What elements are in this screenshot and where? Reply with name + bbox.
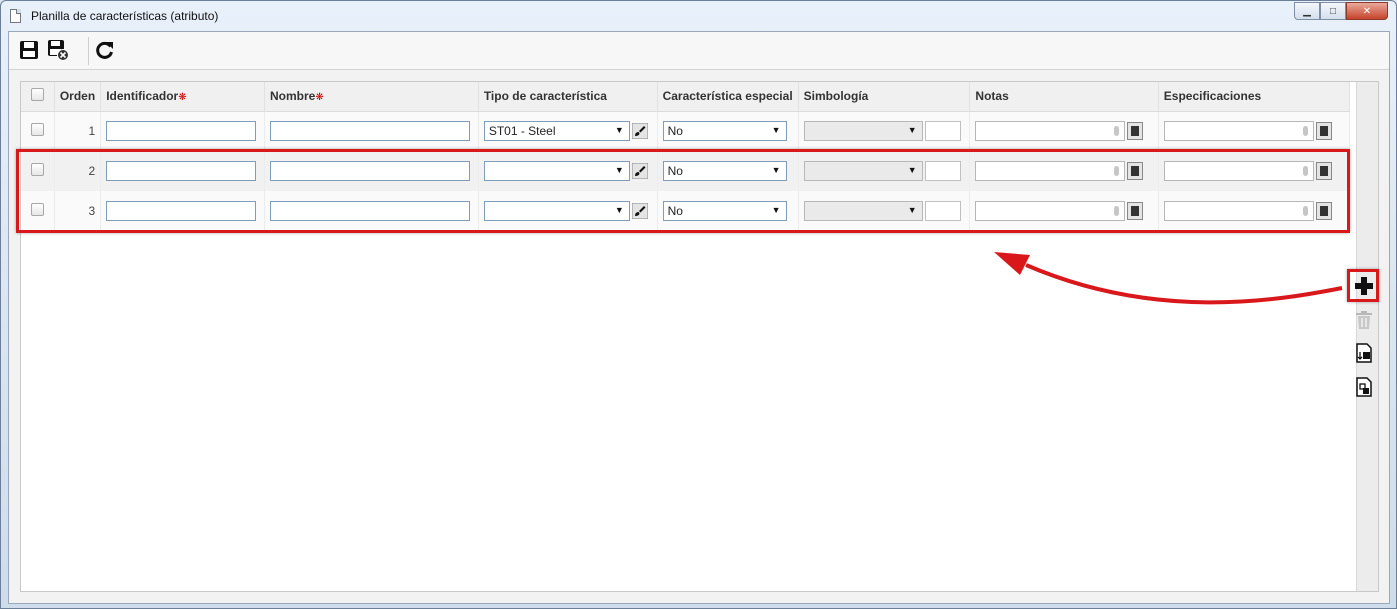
column-header-nombre[interactable]: Nombre❋ <box>264 82 479 112</box>
column-header-especial[interactable]: Característica especial <box>657 82 799 112</box>
orden-cell: 1 <box>54 111 102 151</box>
especificaciones-cell <box>1158 111 1351 151</box>
save-button[interactable] <box>17 38 41 62</box>
import-icon <box>1356 343 1372 363</box>
column-header-tipo[interactable]: Tipo de característica <box>478 82 658 112</box>
especial-select[interactable]: No ▼ <box>662 121 787 142</box>
row-select-cell <box>21 111 55 151</box>
save-icon <box>20 41 38 59</box>
document-icon <box>10 9 21 23</box>
column-header-identificador-label: Identificador <box>106 89 179 104</box>
save-close-icon <box>48 40 69 61</box>
notas-cell <box>969 111 1159 151</box>
save-and-close-button[interactable] <box>46 38 70 62</box>
export-icon <box>1356 377 1372 397</box>
tipo-select[interactable]: ST01 - Steel ▼ <box>483 121 630 142</box>
refresh-icon <box>96 41 113 59</box>
window-title: Planilla de características (atributo) <box>31 9 219 23</box>
toolbar-separator <box>88 37 89 65</box>
delete-row-button[interactable] <box>1353 309 1375 331</box>
title-bar: Planilla de características (atributo) ▁… <box>1 1 1396 31</box>
column-header-identificador[interactable]: Identificador❋ <box>100 82 265 112</box>
notepad-icon[interactable] <box>1315 122 1332 141</box>
highlight-add-button <box>1347 269 1379 302</box>
scroll-indicator <box>1302 126 1308 137</box>
toolbar <box>9 32 1389 70</box>
table-header-row: Orden Identificador❋ Nombre❋ Tipo de car… <box>21 82 1351 112</box>
column-header-nombre-label: Nombre <box>270 89 316 104</box>
select-all-cell <box>21 82 55 112</box>
side-toolbar <box>1356 82 1378 591</box>
simbologia-select: ▼ <box>803 121 923 142</box>
simbologia-preview <box>924 121 961 142</box>
column-header-especificaciones[interactable]: Especificaciones <box>1158 82 1351 112</box>
identificador-cell <box>100 111 265 151</box>
scroll-indicator <box>1114 126 1120 137</box>
tipo-select-value: ST01 - Steel <box>488 124 556 139</box>
notepad-icon[interactable] <box>1127 122 1144 141</box>
annotation-arrow-icon <box>994 252 1343 305</box>
table-row: 1 ST01 - Steel ▼ No ▼ ▼ <box>21 111 1351 151</box>
especial-cell: No ▼ <box>657 111 799 151</box>
minimize-button[interactable]: ▁ <box>1294 2 1320 20</box>
delete-icon <box>1356 311 1372 329</box>
refresh-button[interactable] <box>93 38 117 62</box>
window-controls: ▁ □ ✕ <box>1294 2 1388 20</box>
especial-select-value: No <box>667 124 683 139</box>
column-header-notas[interactable]: Notas <box>969 82 1159 112</box>
required-icon: ❋ <box>178 92 187 104</box>
dropdown-arrow-icon: ▼ <box>771 125 781 136</box>
nombre-cell <box>264 111 479 151</box>
import-button[interactable] <box>1353 342 1375 364</box>
brush-icon[interactable] <box>631 123 648 140</box>
highlight-new-rows <box>16 149 1350 233</box>
column-header-simbologia[interactable]: Simbología <box>798 82 971 112</box>
nombre-input[interactable] <box>270 121 470 142</box>
tipo-cell: ST01 - Steel ▼ <box>478 111 658 151</box>
column-header-orden[interactable]: Orden <box>54 82 102 112</box>
select-all-checkbox[interactable] <box>30 88 44 102</box>
especificaciones-field[interactable] <box>1163 121 1314 142</box>
maximize-button[interactable]: □ <box>1320 2 1346 20</box>
client-area: Orden Identificador❋ Nombre❋ Tipo de car… <box>8 31 1390 604</box>
identificador-input[interactable] <box>106 121 257 142</box>
simbologia-cell: ▼ <box>798 111 971 151</box>
export-button[interactable] <box>1353 376 1375 398</box>
notas-field[interactable] <box>975 121 1126 142</box>
app-window: Planilla de características (atributo) ▁… <box>0 0 1397 609</box>
dropdown-arrow-icon: ▼ <box>907 125 917 136</box>
dropdown-arrow-icon: ▼ <box>614 125 624 136</box>
required-icon: ❋ <box>315 92 324 104</box>
row-checkbox[interactable] <box>30 123 44 137</box>
close-button[interactable]: ✕ <box>1346 2 1388 20</box>
